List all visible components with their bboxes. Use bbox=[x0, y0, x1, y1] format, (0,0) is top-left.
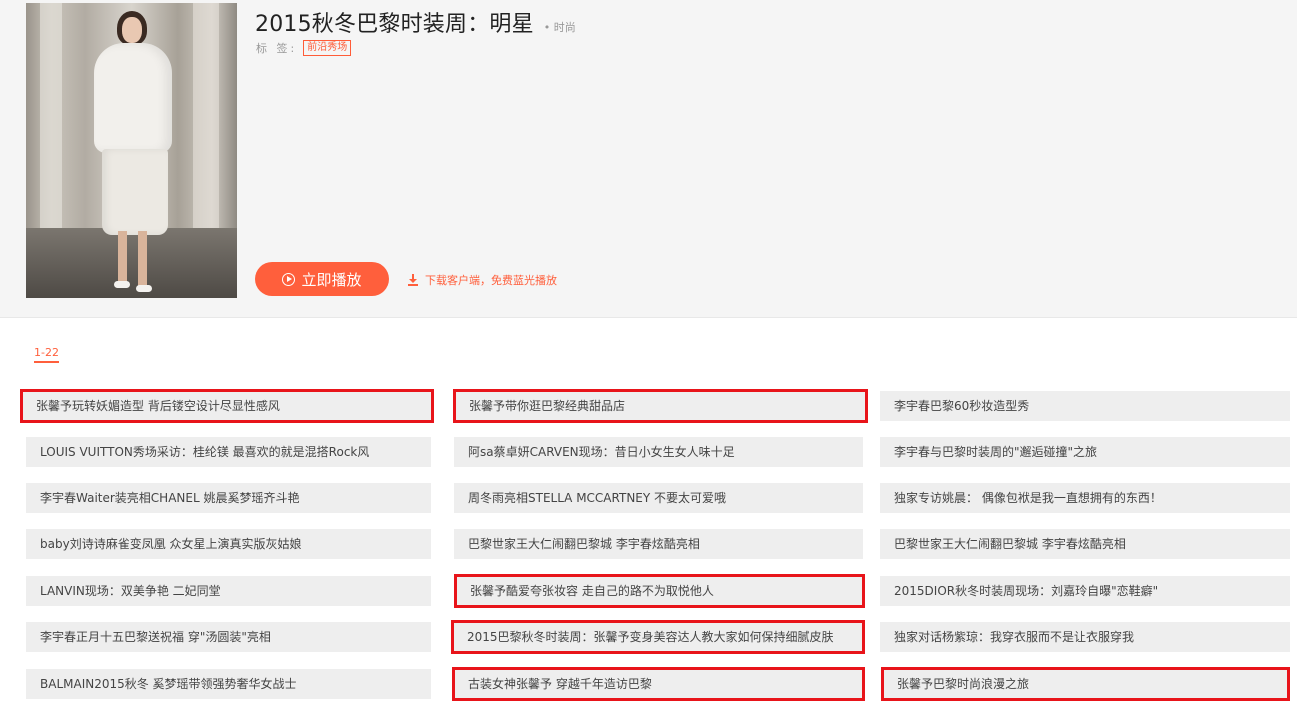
episode-item[interactable]: 2015巴黎秋冬时装周：张馨予变身美容达人教大家如何保持细腻皮肤 bbox=[451, 620, 865, 654]
tag-row: 标 签: 前沿秀场 bbox=[256, 40, 352, 56]
page-title: 2015秋冬巴黎时装周：明星 bbox=[255, 12, 534, 37]
episode-item[interactable]: 张馨予玩转妖媚造型 背后镂空设计尽显性感风 bbox=[20, 389, 434, 423]
episode-item[interactable]: 独家专访姚晨： 偶像包袱是我一直想拥有的东西！ bbox=[880, 483, 1290, 513]
category-label[interactable]: • 时尚 bbox=[544, 19, 576, 35]
episode-item[interactable]: 2015DIOR秋冬时装周现场：刘嘉玲自曝"恋鞋癖" bbox=[880, 576, 1290, 606]
episode-item[interactable]: 李宇春正月十五巴黎送祝福 穿"汤圆装"亮相 bbox=[26, 622, 431, 652]
episode-item[interactable]: 周冬雨亮相STELLA MCCARTNEY 不要太可爱哦 bbox=[454, 483, 863, 513]
download-icon bbox=[408, 274, 418, 286]
play-button-label: 立即播放 bbox=[301, 270, 362, 289]
episode-item[interactable]: 独家对话杨紫琼：我穿衣服而不是让衣服穿我 bbox=[880, 622, 1290, 652]
episode-item[interactable]: LANVIN现场：双美争艳 二妃同堂 bbox=[26, 576, 431, 606]
episode-item[interactable]: 巴黎世家王大仁闹翻巴黎城 李宇春炫酷亮相 bbox=[880, 529, 1290, 559]
episode-item[interactable]: 巴黎世家王大仁闹翻巴黎城 李宇春炫酷亮相 bbox=[454, 529, 863, 559]
episode-range-tab[interactable]: 1-22 bbox=[34, 346, 59, 363]
episode-item[interactable]: BALMAIN2015秋冬 奚梦瑶带领强势奢华女战士 bbox=[26, 669, 431, 699]
title-row: 2015秋冬巴黎时装周：明星 • 时尚 bbox=[255, 6, 576, 38]
tag-badge[interactable]: 前沿秀场 bbox=[303, 40, 352, 56]
download-client-link[interactable]: 下载客户端，免费蓝光播放 bbox=[408, 272, 557, 288]
play-circle-icon bbox=[282, 272, 296, 286]
episode-item[interactable]: 李宇春Waiter装亮相CHANEL 姚晨奚梦瑶齐斗艳 bbox=[26, 483, 431, 513]
episode-item[interactable]: LOUIS VUITTON秀场采访：桂纶镁 最喜欢的就是混搭Rock风 bbox=[26, 437, 431, 467]
episode-item[interactable]: 古装女神张馨予 穿越千年造访巴黎 bbox=[452, 667, 865, 701]
episode-item[interactable]: 阿sa蔡卓妍CARVEN现场：昔日小女生女人味十足 bbox=[454, 437, 863, 467]
video-poster[interactable] bbox=[26, 3, 237, 298]
episode-item[interactable]: 李宇春与巴黎时装周的"邂逅碰撞"之旅 bbox=[880, 437, 1290, 467]
episode-item[interactable]: baby刘诗诗麻雀变凤凰 众女星上演真实版灰姑娘 bbox=[26, 529, 431, 559]
episode-item[interactable]: 张馨予带你逛巴黎经典甜品店 bbox=[453, 389, 868, 423]
play-now-button[interactable]: 立即播放 bbox=[255, 262, 389, 296]
episode-item[interactable]: 张馨予酷爱夸张妆容 走自己的路不为取悦他人 bbox=[454, 574, 865, 608]
download-link-label: 下载客户端，免费蓝光播放 bbox=[425, 274, 557, 287]
episode-item[interactable]: 李宇春巴黎60秒妆造型秀 bbox=[880, 391, 1290, 421]
video-info-panel: 2015秋冬巴黎时装周：明星 • 时尚 标 签: 前沿秀场 立即播放 下载客户端… bbox=[0, 0, 1297, 318]
episode-item[interactable]: 张馨予巴黎时尚浪漫之旅 bbox=[881, 667, 1290, 701]
tag-label: 标 签: bbox=[256, 42, 298, 55]
